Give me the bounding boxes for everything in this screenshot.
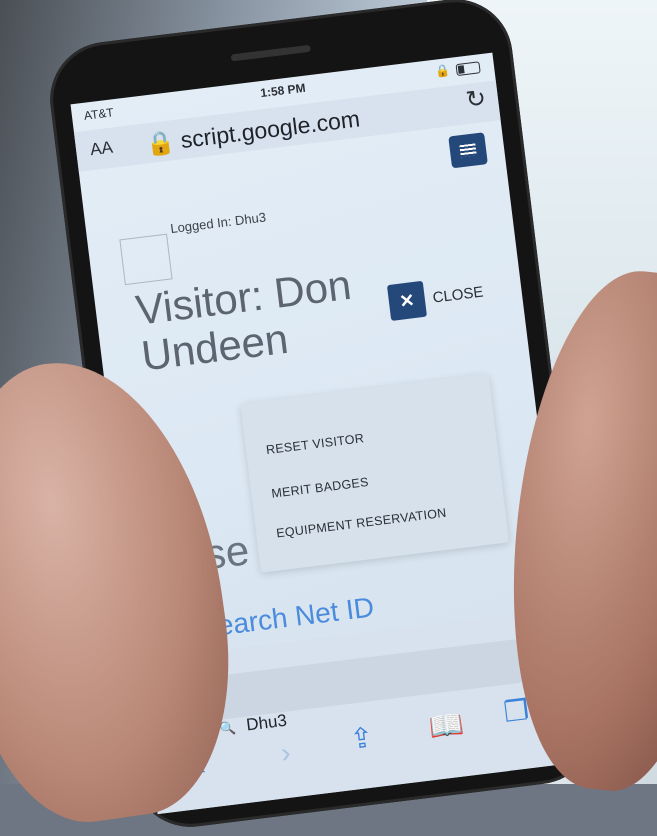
avatar: [119, 233, 173, 286]
menu-item-merit-badges[interactable]: MERIT BADGES: [271, 475, 370, 501]
close-icon: ✕: [386, 280, 428, 321]
close-button[interactable]: ✕ CLOSE: [386, 274, 486, 321]
forward-icon[interactable]: ›: [279, 737, 292, 770]
hamburger-icon: [459, 143, 477, 158]
search-value: Dhu3: [245, 710, 288, 735]
menu-dropdown: RESET VISITOR MERIT BADGES EQUIPMENT RES…: [240, 373, 510, 573]
menu-item-equipment-reservation[interactable]: EQUIPMENT RESERVATION: [275, 506, 447, 541]
reload-icon[interactable]: ↻: [464, 84, 487, 115]
orientation-lock-icon: 🔒: [434, 62, 451, 79]
bookmarks-icon[interactable]: 📖: [427, 707, 466, 744]
menu-item-reset-visitor[interactable]: RESET VISITOR: [265, 431, 365, 457]
lock-icon: 🔒: [144, 128, 176, 158]
close-label: CLOSE: [431, 283, 485, 307]
battery-icon: [455, 61, 481, 77]
hamburger-menu-button[interactable]: [448, 132, 488, 169]
carrier-label: AT&T: [83, 105, 115, 123]
logged-in-status: Logged In: Dhu3: [169, 209, 267, 237]
clock: 1:58 PM: [259, 80, 307, 101]
earpiece: [230, 44, 311, 62]
text-size-button[interactable]: AA: [89, 138, 114, 161]
share-icon[interactable]: ⇪: [348, 720, 375, 756]
